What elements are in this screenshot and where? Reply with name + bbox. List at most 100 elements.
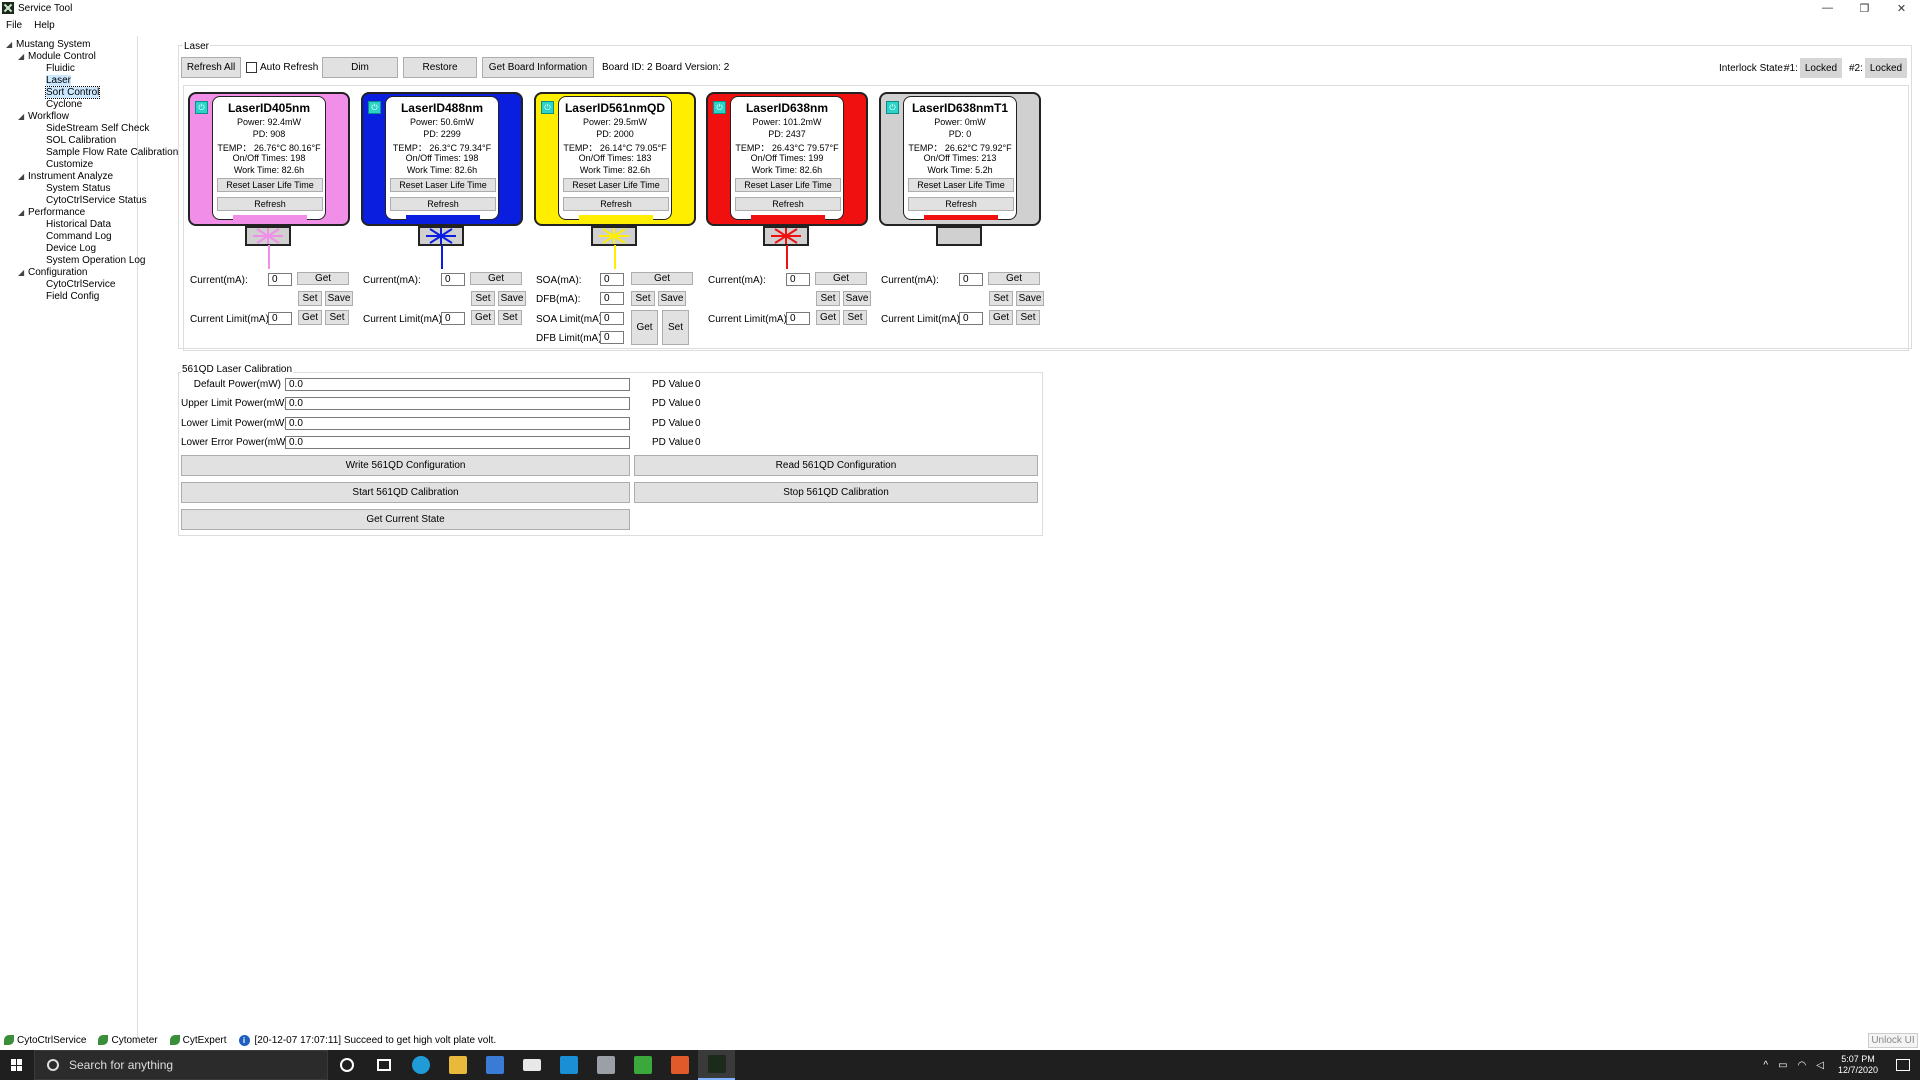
current-limit-set-button[interactable]: Set: [498, 310, 522, 325]
current-set-button[interactable]: Set: [816, 291, 840, 306]
expand-arrow-icon[interactable]: ◢: [18, 267, 28, 279]
current-limit-input[interactable]: 0: [441, 312, 465, 325]
current-limit-input[interactable]: 0: [268, 312, 292, 325]
get-board-info-button[interactable]: Get Board Information: [482, 57, 594, 78]
reset-life-time-button[interactable]: Reset Laser Life Time: [217, 178, 323, 192]
tree-group-performance[interactable]: ◢ Performance: [18, 207, 85, 219]
current-limit-get-button[interactable]: Get: [471, 310, 495, 325]
limit-set-button[interactable]: Set: [662, 310, 689, 345]
cal-power-input[interactable]: 0.0: [285, 417, 630, 430]
power-icon[interactable]: ⏻: [368, 101, 381, 114]
write-config-button[interactable]: Write 561QD Configuration: [181, 455, 630, 476]
volume-icon[interactable]: ◁: [1816, 1060, 1824, 1071]
current-limit-get-button[interactable]: Get: [298, 310, 322, 325]
mail-icon[interactable]: [513, 1050, 550, 1080]
cal-power-input[interactable]: 0.0: [285, 397, 630, 410]
current-set-button[interactable]: Set: [298, 291, 322, 306]
current-limit-input[interactable]: 0: [786, 312, 810, 325]
network-icon[interactable]: ▭: [1778, 1060, 1787, 1071]
read-config-button[interactable]: Read 561QD Configuration: [634, 455, 1038, 476]
dfb-input[interactable]: 0: [600, 292, 624, 305]
current-save-button[interactable]: Save: [1016, 291, 1044, 306]
tree-item-sort-control[interactable]: Sort Control: [44, 86, 101, 99]
dfb-limit-input[interactable]: 0: [600, 331, 624, 344]
soa-limit-input[interactable]: 0: [600, 312, 624, 325]
tree-item-fluidic[interactable]: Fluidic: [46, 63, 75, 75]
current-input[interactable]: 0: [786, 273, 810, 286]
green-app-icon[interactable]: [624, 1050, 661, 1080]
expand-arrow-icon[interactable]: ◢: [18, 51, 28, 63]
cal-power-input[interactable]: 0.0: [285, 436, 630, 449]
unlock-ui-button[interactable]: Unlock UI: [1868, 1033, 1918, 1048]
tree-item-system-operation-log[interactable]: System Operation Log: [46, 255, 146, 267]
refresh-laser-button[interactable]: Refresh: [390, 197, 496, 211]
restore-button[interactable]: ❐: [1846, 0, 1883, 16]
clock[interactable]: 5:07 PM 12/7/2020: [1838, 1054, 1878, 1076]
reset-life-time-button[interactable]: Reset Laser Life Time: [563, 178, 669, 192]
current-limit-set-button[interactable]: Set: [1016, 310, 1040, 325]
current-input[interactable]: 0: [268, 273, 292, 286]
power-icon[interactable]: ⏻: [713, 101, 726, 114]
refresh-laser-button[interactable]: Refresh: [563, 197, 669, 211]
current-get-button[interactable]: Get: [988, 272, 1040, 285]
tree-item-sidestream[interactable]: SideStream Self Check: [46, 123, 149, 135]
power-icon[interactable]: ⏻: [541, 101, 554, 114]
soa-input[interactable]: 0: [600, 273, 624, 286]
auto-refresh-checkbox[interactable]: [246, 62, 257, 73]
limit-get-button[interactable]: Get: [631, 310, 658, 345]
dfb-save-button[interactable]: Save: [658, 291, 686, 306]
tree-item-historical-data[interactable]: Historical Data: [46, 219, 111, 231]
current-get-button[interactable]: Get: [297, 272, 349, 285]
refresh-laser-button[interactable]: Refresh: [908, 197, 1014, 211]
start-calibration-button[interactable]: Start 561QD Calibration: [181, 482, 630, 503]
tree-item-sample-flow[interactable]: Sample Flow Rate Calibration: [46, 147, 178, 159]
current-input[interactable]: 0: [441, 273, 465, 286]
reset-life-time-button[interactable]: Reset Laser Life Time: [908, 178, 1014, 192]
get-current-state-button[interactable]: Get Current State: [181, 509, 630, 530]
tree-item-system-status[interactable]: System Status: [46, 183, 110, 195]
tree-item-laser[interactable]: Laser: [46, 75, 72, 87]
tree-item-cyclone[interactable]: Cyclone: [46, 99, 82, 111]
expand-arrow-icon[interactable]: ◢: [18, 207, 28, 219]
tree-item-customize[interactable]: Customize: [46, 159, 93, 171]
current-limit-get-button[interactable]: Get: [989, 310, 1013, 325]
current-limit-input[interactable]: 0: [959, 312, 983, 325]
cortana-icon[interactable]: [328, 1050, 365, 1080]
tree-item-device-log[interactable]: Device Log: [46, 243, 96, 255]
menu-file[interactable]: File: [0, 18, 28, 34]
tree-item-field-config[interactable]: Field Config: [46, 291, 99, 303]
notification-icon[interactable]: [1896, 1059, 1910, 1071]
minimize-button[interactable]: —: [1809, 0, 1846, 16]
tree-group-instrument-analyze[interactable]: ◢ Instrument Analyze: [18, 171, 113, 183]
tree-root[interactable]: ◢ Mustang System: [6, 39, 90, 51]
current-get-button[interactable]: Get: [815, 272, 867, 285]
app-l-icon[interactable]: [550, 1050, 587, 1080]
refresh-all-button[interactable]: Refresh All: [181, 57, 241, 78]
tree-group-module-control[interactable]: ◢ Module Control: [18, 51, 96, 63]
tree-item-cytoctrlservice[interactable]: CytoCtrlService: [46, 279, 115, 291]
dfb-set-button[interactable]: Set: [631, 291, 655, 306]
current-save-button[interactable]: Save: [325, 291, 353, 306]
current-set-button[interactable]: Set: [989, 291, 1013, 306]
expand-arrow-icon[interactable]: ◢: [18, 111, 28, 123]
refresh-laser-button[interactable]: Refresh: [735, 197, 841, 211]
tree-item-sol-calibration[interactable]: SOL Calibration: [46, 135, 116, 147]
taskbar-search[interactable]: Search for anything: [34, 1050, 328, 1080]
reset-life-time-button[interactable]: Reset Laser Life Time: [735, 178, 841, 192]
close-button[interactable]: ✕: [1883, 0, 1920, 16]
tree-group-configuration[interactable]: ◢ Configuration: [18, 267, 87, 279]
tree-item-cytoctrlservice-status[interactable]: CytoCtrlService Status: [46, 195, 147, 207]
refresh-laser-button[interactable]: Refresh: [217, 197, 323, 211]
current-limit-set-button[interactable]: Set: [325, 310, 349, 325]
menu-help[interactable]: Help: [28, 18, 61, 34]
edge-icon[interactable]: [402, 1050, 439, 1080]
task-view-icon[interactable]: [365, 1050, 402, 1080]
orange-app-icon[interactable]: [661, 1050, 698, 1080]
restore-laser-button[interactable]: Restore: [403, 57, 477, 78]
power-icon[interactable]: ⏻: [195, 101, 208, 114]
start-button[interactable]: [0, 1050, 34, 1080]
file-explorer-icon[interactable]: [439, 1050, 476, 1080]
cal-power-input[interactable]: 0.0: [285, 378, 630, 391]
current-set-button[interactable]: Set: [471, 291, 495, 306]
current-save-button[interactable]: Save: [498, 291, 526, 306]
